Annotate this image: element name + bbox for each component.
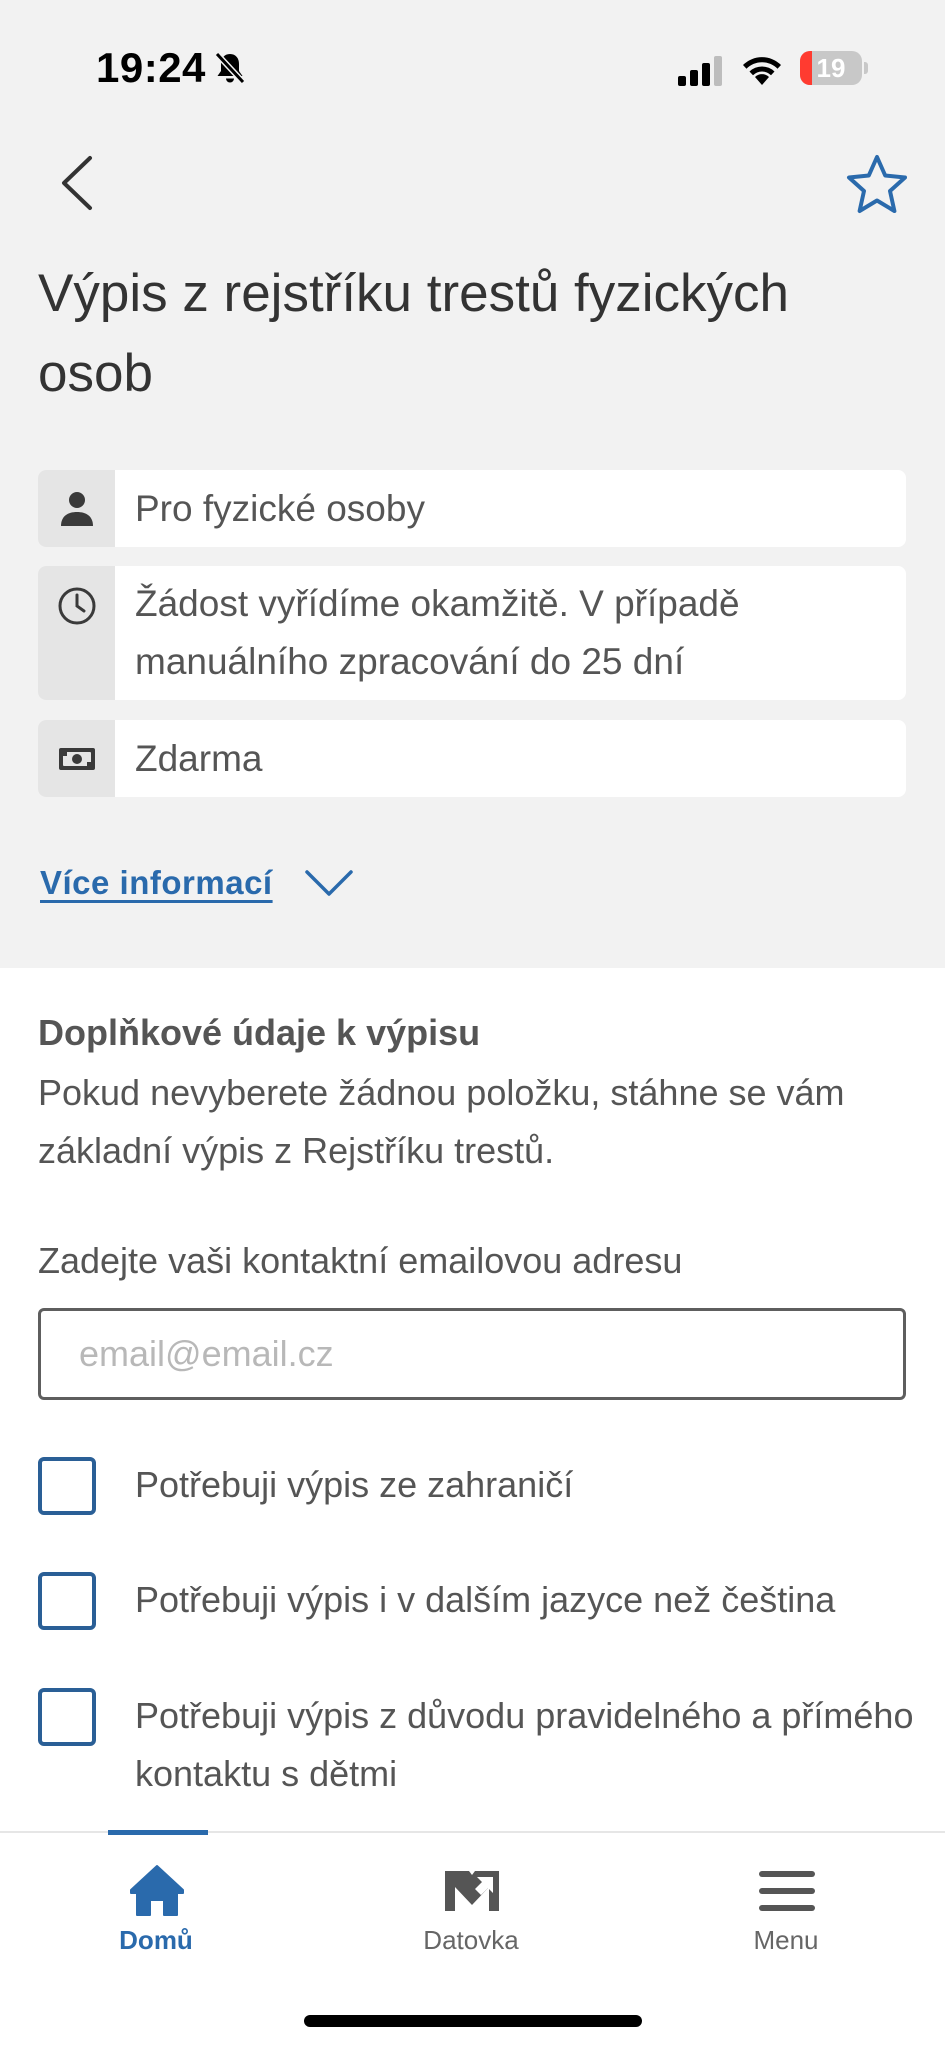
home-icon [130,1865,184,1916]
status-bar: 19:24 19 [0,0,945,120]
more-info-link[interactable]: Více informací [40,864,273,902]
info-card-text: Pro fyzické osoby [135,488,425,529]
page-header-section: 19:24 19 Výpis z rejstříku trestů fyzick… [0,0,945,968]
tab-label: Datovka [423,1925,519,1955]
email-input[interactable] [38,1308,906,1400]
option-label: Potřebuji výpis ze zahraničí [135,1464,574,1505]
datovka-icon [445,1871,499,1911]
info-card-price: Zdarma [38,720,906,797]
email-label: Zadejte vaši kontaktní emailovou adresu [38,1240,683,1281]
info-card-text: Zdarma [135,738,263,779]
info-card-audience: Pro fyzické osoby [38,470,906,547]
tab-home[interactable]: Domů [56,1853,256,1973]
star-outline-icon [847,155,907,213]
info-card-icon-cell [38,470,115,547]
option-other-language[interactable]: Potřebuji výpis i v dalším jazyce než če… [38,1572,918,1632]
banknote-icon [59,748,95,770]
info-card-icon-cell [38,566,115,700]
option-abroad[interactable]: Potřebuji výpis ze zahraničí [38,1457,918,1517]
cellular-signal-icon [678,56,722,86]
info-card-text: Žádost vyřídíme okamžitě. V případě manu… [135,583,740,682]
chevron-left-icon [62,156,92,210]
active-tab-indicator [108,1830,208,1835]
battery-level: 19 [816,53,846,83]
tab-datovka[interactable]: Datovka [371,1853,571,1973]
extras-section-title: Doplňkové údaje k výpisu [38,1012,481,1053]
battery-indicator: 19 [800,51,862,85]
status-time: 19:24 [96,44,206,91]
tab-label: Domů [119,1925,193,1955]
extras-section-description: Pokud nevyberete žádnou položku, stáhne … [38,1072,845,1171]
battery-cap [864,62,868,74]
tab-label: Menu [753,1925,819,1955]
option-contact-with-children[interactable]: Potřebuji výpis z důvodu pravidelného a … [38,1688,918,1808]
person-icon [61,492,93,526]
more-info-toggle[interactable]: Více informací [40,858,355,908]
info-card-icon-cell [38,720,115,797]
page-title: Výpis z rejstříku trestů fyzických osob [38,264,790,403]
favorite-button[interactable] [842,150,912,220]
tab-menu[interactable]: Menu [686,1853,886,1973]
wifi-icon [743,57,781,85]
checkbox-other-language[interactable] [38,1572,96,1630]
menu-icon [759,1871,815,1911]
checkbox-contact-with-children[interactable] [38,1688,96,1746]
back-button[interactable] [50,148,110,218]
checkbox-abroad[interactable] [38,1457,96,1515]
bell-slash-icon [214,51,246,85]
info-card-duration: Žádost vyřídíme okamžitě. V případě manu… [38,566,906,700]
option-label: Potřebuji výpis z důvodu pravidelného a … [135,1695,914,1794]
home-indicator [304,2015,642,2027]
chevron-down-icon [304,870,353,896]
option-label: Potřebuji výpis i v dalším jazyce než če… [135,1579,836,1620]
clock-icon [58,587,96,625]
